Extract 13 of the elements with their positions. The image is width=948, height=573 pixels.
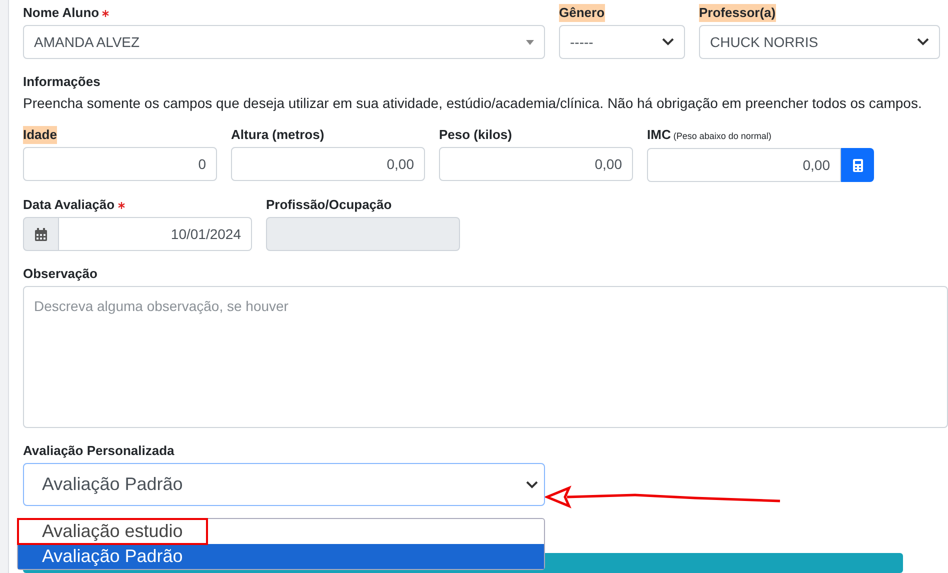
field-label: Observação	[23, 265, 98, 283]
field-label: Avaliação Personalizada	[23, 442, 174, 460]
field-label: Nome Aluno	[23, 4, 110, 22]
field-label: Data Avaliação	[23, 196, 125, 214]
field-label: Professor(a)	[699, 4, 776, 22]
field-label: Gênero	[559, 4, 605, 22]
field-label: Informações	[23, 73, 100, 91]
field-label: IMC (Peso abaixo do normal)	[647, 126, 772, 144]
field-label: Idade	[23, 126, 57, 144]
field-label: Profissão/Ocupação	[266, 196, 392, 214]
info-text: Preencha somente os campos que deseja utilizar em sua atividade, estúdio/academia/clínica. Não há obrigação em preencher todos os campos.	[23, 94, 922, 112]
field-label: Altura (metros)	[231, 126, 324, 144]
field-label: Peso (kilos)	[439, 126, 512, 144]
